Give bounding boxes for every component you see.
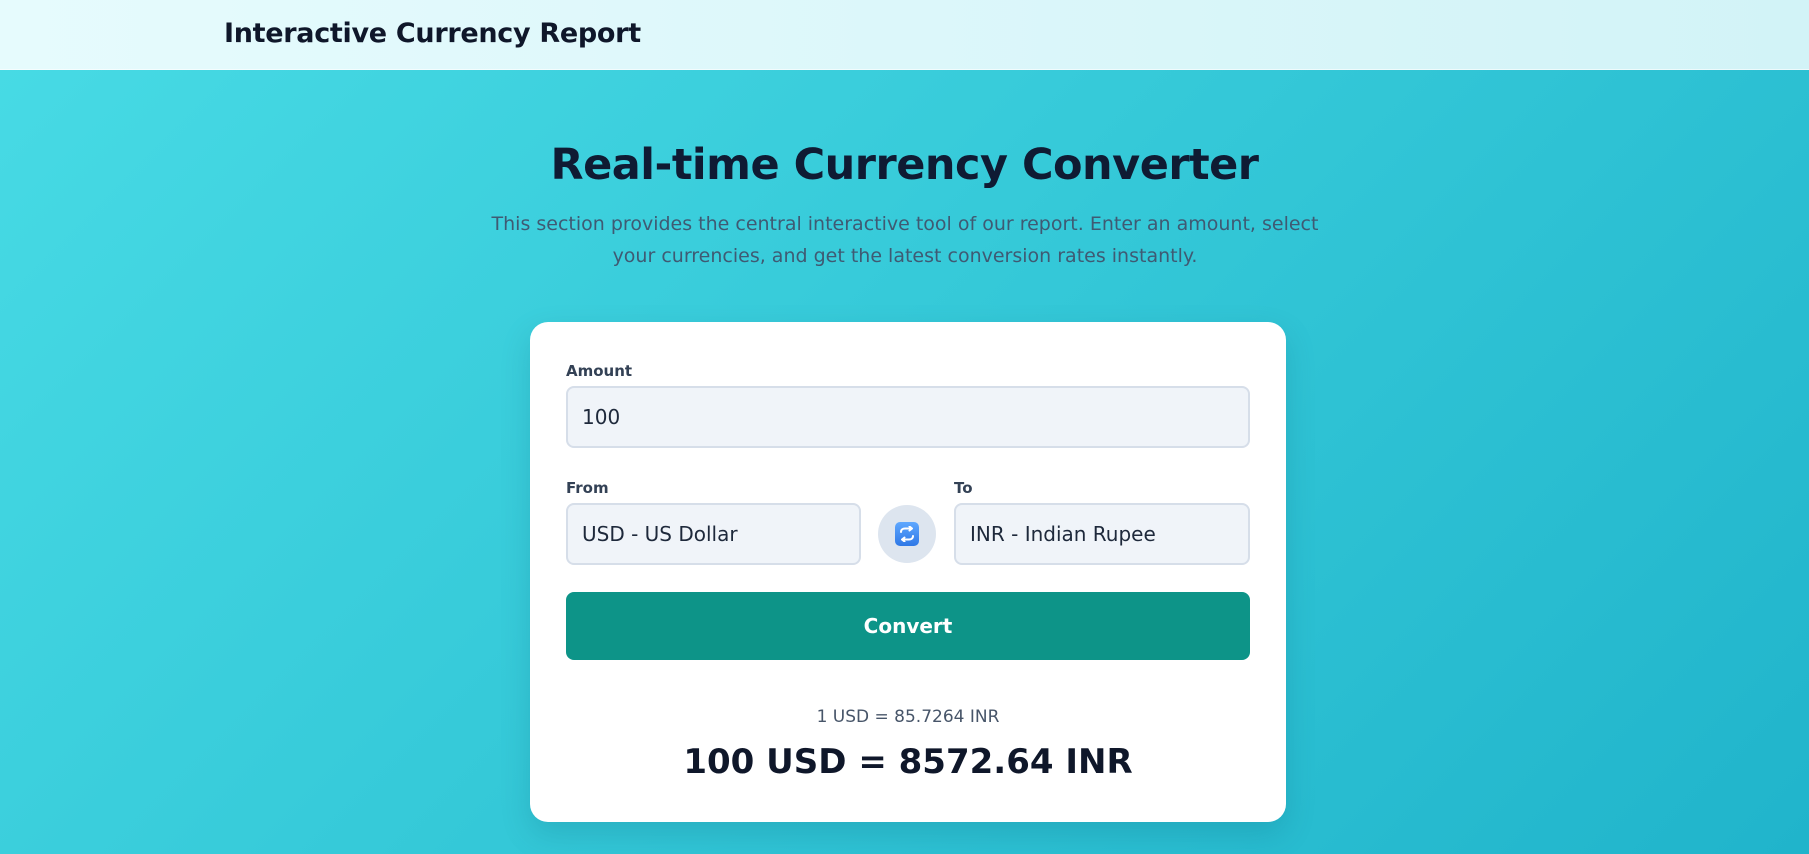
from-label: From [566,479,609,497]
amount-label: Amount [566,362,633,380]
swap-arrows-icon [895,522,919,546]
convert-button[interactable]: Convert [566,592,1250,660]
from-currency-select[interactable]: USD - US Dollar [566,503,861,565]
page-title: Real-time Currency Converter [550,140,1260,190]
page-subtitle: This section provides the central intera… [491,213,1319,267]
conversion-result: 100 USD = 8572.64 INR [683,742,1133,782]
exchange-rate-text: 1 USD = 85.7264 INR [816,707,1000,727]
swap-currencies-button[interactable] [878,505,936,563]
converter-card: Amount 100 From USD - US Dollar To INR -… [530,322,1286,822]
app-title: Interactive Currency Report [224,18,641,49]
amount-input[interactable]: 100 [566,386,1250,448]
to-label: To [954,479,973,497]
top-bar: Interactive Currency Report [0,0,1809,70]
to-currency-select[interactable]: INR - Indian Rupee [954,503,1250,565]
